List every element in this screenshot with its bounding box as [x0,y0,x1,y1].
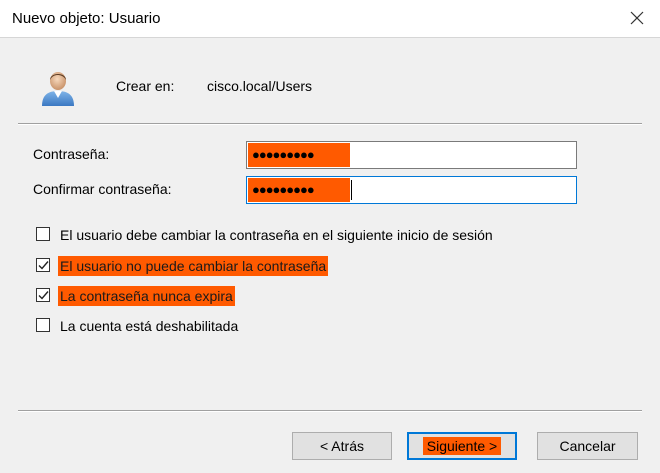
dialog-body: Crear en: cisco.local/Users Contraseña: … [0,38,660,473]
separator [18,123,642,125]
checkmark-icon [38,291,49,300]
cancel-button-label: Cancelar [559,438,616,454]
checkbox[interactable] [36,318,50,332]
confirm-password-field[interactable]: ●●●●●●●●● [246,176,577,204]
title-bar: Nuevo objeto: Usuario [0,0,660,38]
checkmark-icon [38,261,49,270]
back-button-label: < Atrás [320,438,364,454]
close-button[interactable] [622,2,654,34]
cancel-button[interactable]: Cancelar [537,432,638,460]
window-title: Nuevo objeto: Usuario [12,10,161,27]
back-button[interactable]: < Atrás [292,432,392,460]
confirm-password-label: Confirmar contraseña: [33,181,172,197]
option-label: La contraseña nunca expira [58,286,235,306]
option-label: El usuario no puede cambiar la contraseñ… [58,256,329,276]
option-label: El usuario debe cambiar la contraseña en… [60,227,493,243]
checkbox[interactable] [36,288,50,302]
create-in-path: cisco.local/Users [207,78,313,94]
text-caret [351,180,352,200]
option-label: La cuenta está deshabilitada [60,318,239,334]
next-button[interactable]: Siguiente > [407,432,517,460]
password-mask: ●●●●●●●●● [248,143,350,167]
separator [18,410,642,412]
create-in-label: Crear en: [116,78,175,94]
checkbox[interactable] [36,227,50,241]
next-button-label: Siguiente > [422,437,502,455]
checkbox[interactable] [36,258,50,272]
confirm-password-mask: ●●●●●●●●● [248,178,350,202]
close-icon [630,11,644,25]
password-label: Contraseña: [33,146,110,162]
password-field[interactable]: ●●●●●●●●● [246,141,577,169]
user-icon [38,68,78,108]
